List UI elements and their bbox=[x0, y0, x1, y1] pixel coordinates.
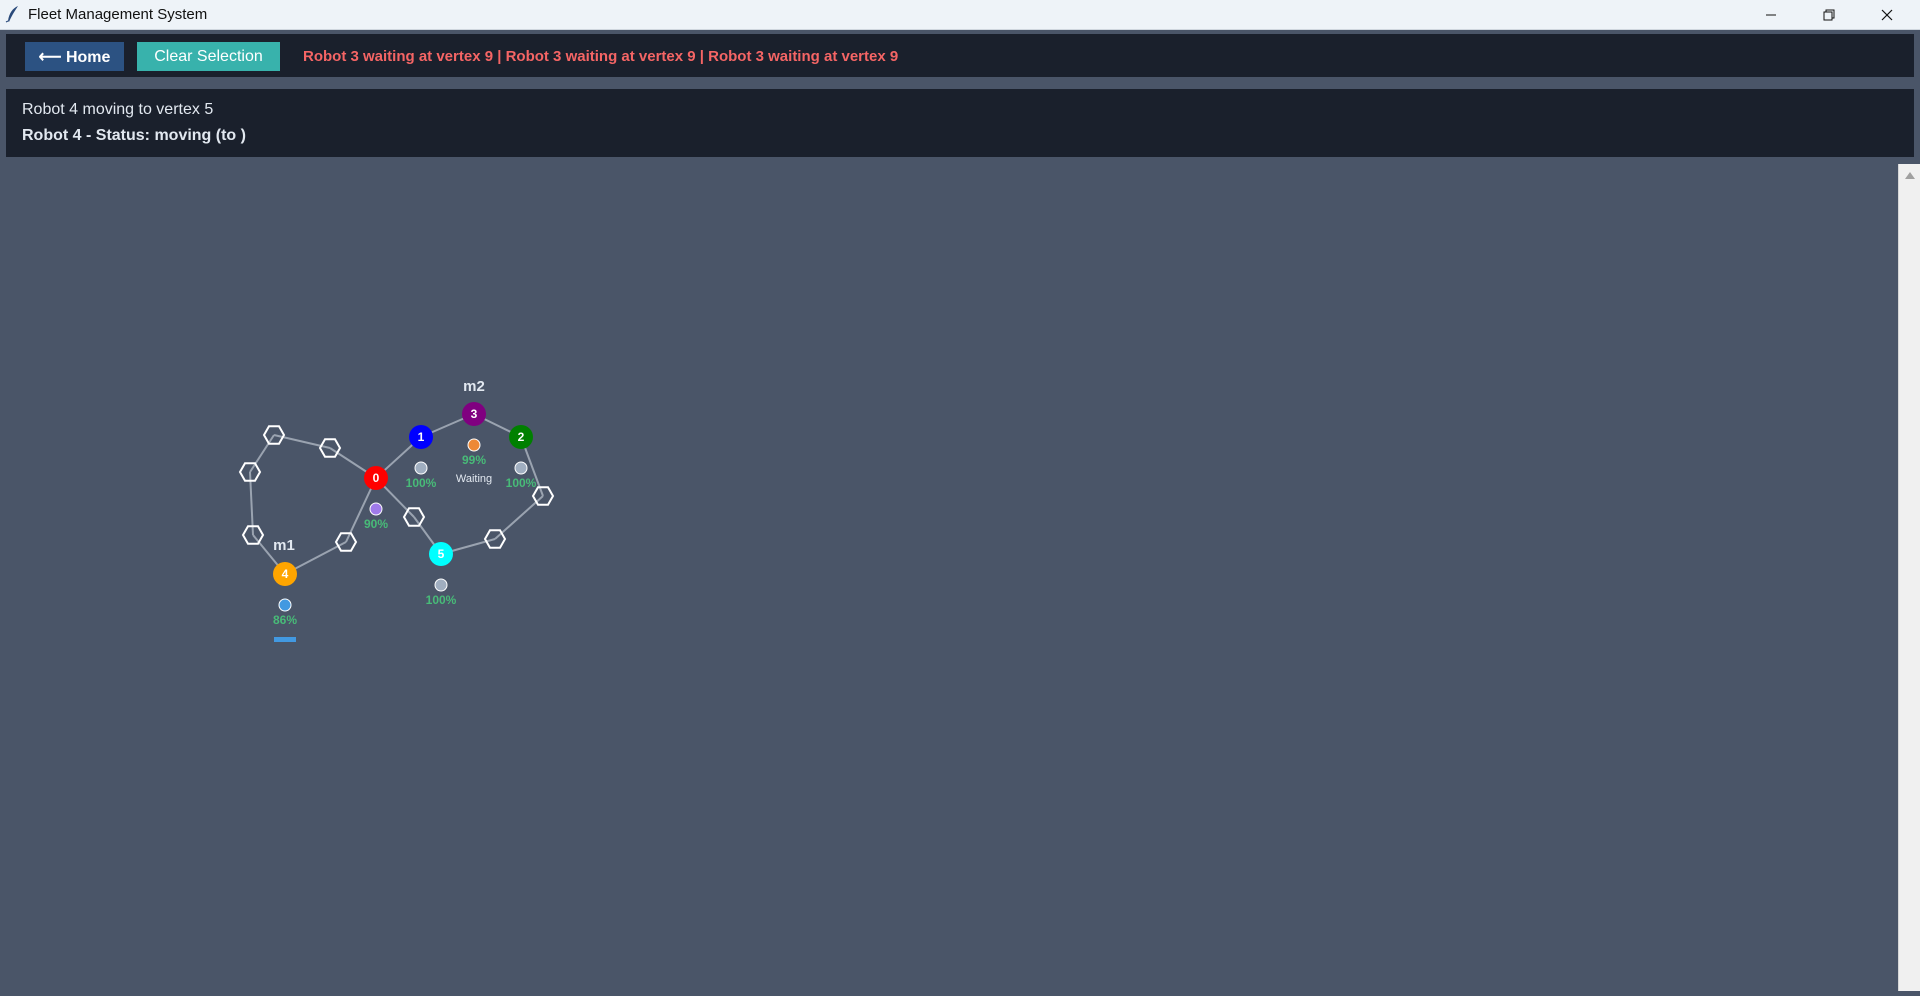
robot-indicator bbox=[434, 578, 448, 592]
restore-button[interactable] bbox=[1800, 0, 1858, 29]
robot-3[interactable]: 3 99% Waiting bbox=[456, 402, 492, 485]
robot-id: 0 bbox=[373, 471, 380, 485]
robot-indicator bbox=[414, 461, 428, 475]
minimize-icon bbox=[1766, 14, 1776, 15]
robot-battery: 100% bbox=[406, 476, 437, 490]
robot-battery: 99% bbox=[462, 453, 486, 467]
robot-battery: 90% bbox=[364, 517, 388, 531]
robot-indicator bbox=[278, 598, 292, 612]
title-bar: Fleet Management System bbox=[0, 0, 1920, 30]
robot-progress-bar bbox=[274, 637, 296, 642]
home-button[interactable]: ⟵ Home bbox=[25, 42, 124, 71]
map-label: m1 bbox=[273, 537, 295, 554]
map-canvas[interactable]: m2 m1 0 90% 1 100% 2 100% 3 99% Waiting 4 86% 5 100% bbox=[0, 164, 1898, 991]
status-message: Robot 4 moving to vertex 5 bbox=[22, 101, 214, 118]
feather-icon bbox=[5, 6, 18, 23]
map-graph[interactable]: m2 m1 0 90% 1 100% 2 100% 3 99% Waiting 4 86% 5 100% bbox=[0, 164, 1898, 991]
robot-status-label: Waiting bbox=[456, 473, 492, 485]
robot-id: 3 bbox=[471, 407, 478, 421]
alert-message: Robot 3 waiting at vertex 9 | Robot 3 wa… bbox=[303, 48, 899, 65]
robot-indicator bbox=[467, 438, 481, 452]
robot-battery: 86% bbox=[273, 613, 297, 627]
robot-battery: 100% bbox=[426, 593, 457, 607]
window-title: Fleet Management System bbox=[28, 6, 208, 23]
toolbar: ⟵ Home Clear Selection Robot 3 waiting a… bbox=[6, 34, 1914, 77]
restore-icon bbox=[1823, 9, 1835, 20]
robot-id: 5 bbox=[438, 547, 445, 561]
vertical-scrollbar[interactable] bbox=[1898, 164, 1920, 991]
robots[interactable]: 0 90% 1 100% 2 100% 3 99% Waiting 4 86% 5 100% bbox=[273, 402, 537, 642]
robot-id: 4 bbox=[282, 567, 289, 581]
robot-4[interactable]: 4 86% bbox=[273, 562, 297, 642]
minimize-button[interactable] bbox=[1742, 0, 1800, 29]
robot-id: 2 bbox=[518, 430, 525, 444]
close-icon bbox=[1881, 9, 1893, 20]
robot-0[interactable]: 0 90% bbox=[364, 466, 388, 531]
robot-id: 1 bbox=[418, 430, 425, 444]
map-label: m2 bbox=[463, 378, 485, 395]
scroll-up-arrow-icon[interactable] bbox=[1905, 172, 1915, 179]
robot-status: Robot 4 - Status: moving (to ) bbox=[22, 127, 246, 144]
close-button[interactable] bbox=[1858, 0, 1916, 29]
robot-indicator bbox=[514, 461, 528, 475]
status-panel: Robot 4 moving to vertex 5 Robot 4 - Sta… bbox=[6, 89, 1914, 157]
robot-indicator bbox=[369, 502, 383, 516]
robot-2[interactable]: 2 100% bbox=[506, 425, 537, 490]
robot-1[interactable]: 1 100% bbox=[406, 425, 437, 490]
robot-5[interactable]: 5 100% bbox=[426, 542, 457, 607]
robot-battery: 100% bbox=[506, 476, 537, 490]
clear-selection-button[interactable]: Clear Selection bbox=[137, 42, 280, 71]
